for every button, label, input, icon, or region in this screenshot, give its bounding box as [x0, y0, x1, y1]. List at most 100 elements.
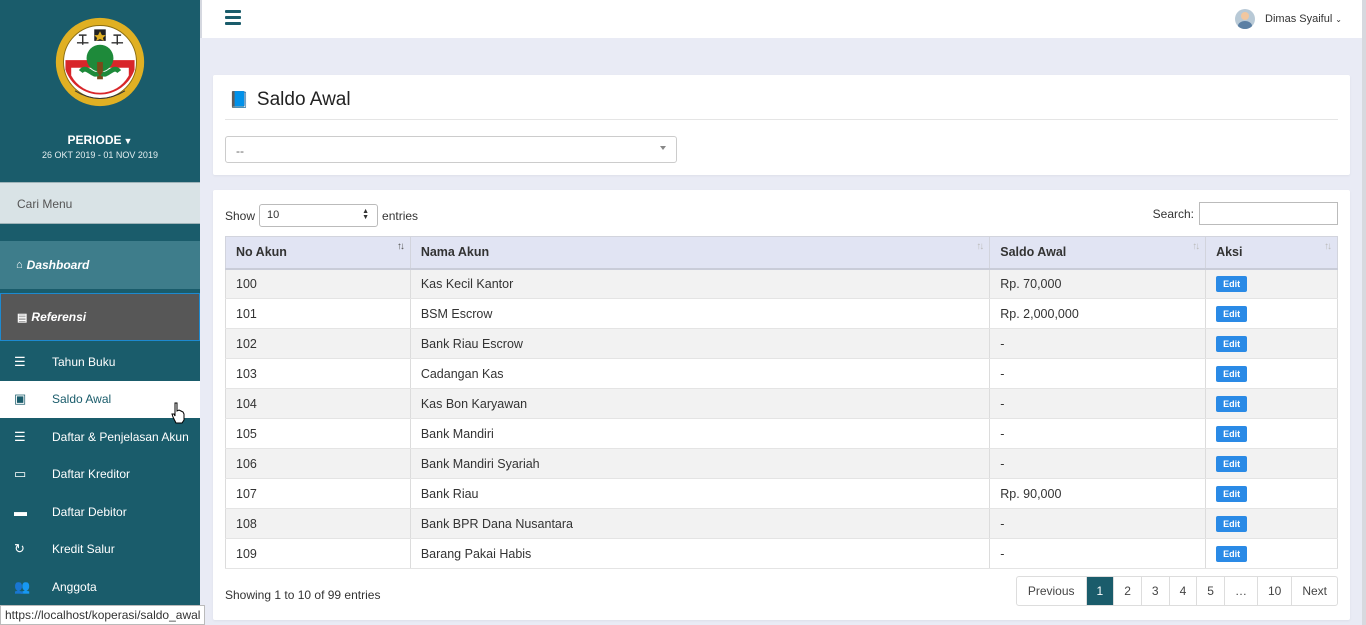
- sort-icon: ↑↓: [1324, 241, 1332, 252]
- saldo-table: No Akun ↑↓ Nama Akun ↑↓ Saldo Awal ↑↓ Aksi ↑…: [225, 236, 1338, 569]
- cell-nama-akun: Bank Riau: [410, 478, 991, 509]
- sort-asc-icon: ↑↓: [396, 241, 405, 252]
- cell-aksi: Edit: [1205, 298, 1338, 329]
- sort-icon: ↑↓: [1192, 241, 1200, 252]
- sidebar-item-label: Daftar Kreditor: [52, 467, 131, 482]
- column-header-nama-akun[interactable]: Nama Akun ↑↓: [410, 236, 991, 270]
- credit-card-icon: ▬: [14, 504, 27, 520]
- column-header-saldo-awal[interactable]: Saldo Awal ↑↓: [989, 236, 1207, 270]
- pagination-page-2[interactable]: 2: [1114, 577, 1142, 605]
- cell-saldo-awal: Rp. 2,000,000: [989, 298, 1207, 329]
- pagination-ellipsis: …: [1225, 577, 1258, 605]
- sidebar-item-label: Tahun Buku: [52, 354, 116, 369]
- nav-referensi[interactable]: ▤ Referensi: [0, 293, 200, 341]
- home-icon: ⌂: [16, 259, 23, 271]
- column-header-no-akun[interactable]: No Akun ↑↓: [225, 236, 411, 270]
- sidebar-item-anggota[interactable]: 👥 Anggota: [0, 568, 200, 606]
- book-icon: 📘: [229, 92, 249, 109]
- edit-button[interactable]: Edit: [1216, 335, 1248, 352]
- users-icon: 👥: [14, 578, 31, 594]
- page-scrollbar[interactable]: [1362, 0, 1366, 625]
- menu-toggle-icon[interactable]: [225, 10, 241, 28]
- edit-button[interactable]: Edit: [1216, 485, 1248, 502]
- cell-no-akun: 100: [225, 268, 411, 299]
- edit-button[interactable]: Edit: [1216, 395, 1248, 412]
- edit-button[interactable]: Edit: [1216, 455, 1248, 472]
- sidebar-item-daftar-akun[interactable]: ☰ Daftar & Penjelasan Akun: [0, 418, 200, 456]
- table-row: 106 Bank Mandiri Syariah - Edit: [225, 448, 1338, 479]
- logo-area: PERIODE ▼ 26 OKT 2019 - 01 NOV 2019: [0, 0, 200, 182]
- table-search: Search:: [1153, 202, 1338, 225]
- table-info: Showing 1 to 10 of 99 entries: [225, 588, 381, 602]
- cell-nama-akun: Kas Bon Karyawan: [410, 388, 991, 419]
- chevron-down-icon: ▼: [123, 136, 133, 146]
- sidebar-item-tahun-buku[interactable]: ☰ Tahun Buku: [0, 343, 200, 381]
- cell-nama-akun: Bank Mandiri Syariah: [410, 448, 991, 479]
- cell-aksi: Edit: [1205, 448, 1338, 479]
- search-input[interactable]: [1199, 202, 1338, 225]
- cell-aksi: Edit: [1205, 358, 1338, 389]
- divider: [225, 119, 1338, 120]
- cell-no-akun: 109: [225, 538, 411, 569]
- money-icon: ▣: [14, 391, 27, 407]
- title-panel: 📘 Saldo Awal --: [213, 75, 1350, 175]
- nav-items: ☰ Tahun Buku ▣ Saldo Awal ☰ Daftar & Pen…: [0, 343, 200, 606]
- refresh-icon: ↻: [14, 541, 25, 557]
- sidebar-item-daftar-kreditor[interactable]: ▭ Daftar Kreditor: [0, 456, 200, 494]
- cell-nama-akun: Bank Riau Escrow: [410, 328, 991, 359]
- edit-button[interactable]: Edit: [1216, 305, 1248, 322]
- cell-no-akun: 107: [225, 478, 411, 509]
- list-icon: ☰: [14, 428, 26, 444]
- page-title: 📘 Saldo Awal: [229, 89, 351, 111]
- nav-dashboard[interactable]: ⌂ Dashboard: [0, 241, 200, 289]
- pagination-page-3[interactable]: 3: [1142, 577, 1170, 605]
- period-select[interactable]: --: [225, 136, 677, 163]
- cell-no-akun: 101: [225, 298, 411, 329]
- edit-button[interactable]: Edit: [1216, 425, 1248, 442]
- cell-nama-akun: Bank BPR Dana Nusantara: [410, 508, 991, 539]
- topbar: Dimas Syaiful ⌄: [200, 0, 1366, 38]
- pagination-page-1[interactable]: 1: [1086, 577, 1115, 605]
- cell-aksi: Edit: [1205, 538, 1338, 569]
- cell-no-akun: 108: [225, 508, 411, 539]
- sidebar-item-kredit-salur[interactable]: ↻ Kredit Salur: [0, 531, 200, 569]
- cell-aksi: Edit: [1205, 478, 1338, 509]
- sidebar-item-daftar-debitor[interactable]: ▬ Daftar Debitor: [0, 493, 200, 531]
- table-row: 100 Kas Kecil Kantor Rp. 70,000 Edit: [225, 268, 1338, 299]
- cell-saldo-awal: -: [989, 328, 1207, 359]
- edit-button[interactable]: Edit: [1216, 365, 1248, 382]
- cell-nama-akun: Barang Pakai Habis: [410, 538, 991, 569]
- entries-label: entries: [382, 208, 419, 223]
- column-header-label: Nama Akun: [420, 245, 490, 260]
- status-bar-url: https://localhost/koperasi/saldo_awal: [0, 605, 206, 625]
- cell-aksi: Edit: [1205, 388, 1338, 419]
- pagination-page-4[interactable]: 4: [1170, 577, 1198, 605]
- pagination: Previous 1 2 3 4 5 … 10 Next: [1015, 576, 1338, 606]
- sidebar-item-label: Daftar Debitor: [52, 504, 127, 519]
- cell-no-akun: 102: [225, 328, 411, 359]
- periode-toggle[interactable]: PERIODE ▼: [0, 133, 200, 147]
- column-header-aksi[interactable]: Aksi ↑↓: [1205, 236, 1338, 270]
- user-menu[interactable]: Dimas Syaiful ⌄: [1235, 9, 1342, 29]
- pagination-page-10[interactable]: 10: [1258, 577, 1293, 605]
- column-header-label: Saldo Awal: [1000, 245, 1067, 260]
- table-panel: Show 10 ▲ ▼ entries Search: No Akun ↑↓ Nam…: [213, 190, 1350, 620]
- cell-aksi: Edit: [1205, 268, 1338, 299]
- edit-button[interactable]: Edit: [1216, 275, 1248, 292]
- hand-cursor-icon: [171, 402, 185, 424]
- pagination-next[interactable]: Next: [1292, 577, 1337, 605]
- sidebar-item-saldo-awal[interactable]: ▣ Saldo Awal: [0, 380, 200, 418]
- menu-search-input[interactable]: Cari Menu: [0, 182, 200, 224]
- nav-dashboard-label: Dashboard: [26, 258, 90, 272]
- cell-saldo-awal: -: [989, 388, 1207, 419]
- sidebar: PERIODE ▼ 26 OKT 2019 - 01 NOV 2019 Cari …: [0, 0, 200, 625]
- edit-button[interactable]: Edit: [1216, 515, 1248, 532]
- pagination-page-5[interactable]: 5: [1197, 577, 1225, 605]
- cell-no-akun: 106: [225, 448, 411, 479]
- length-select[interactable]: 10 ▲ ▼: [259, 204, 379, 227]
- sidebar-item-label: Anggota: [52, 579, 97, 594]
- periode-date: 26 OKT 2019 - 01 NOV 2019: [42, 150, 158, 160]
- cell-saldo-awal: Rp. 70,000: [989, 268, 1207, 299]
- pagination-previous[interactable]: Previous: [1017, 577, 1087, 605]
- edit-button[interactable]: Edit: [1216, 545, 1248, 562]
